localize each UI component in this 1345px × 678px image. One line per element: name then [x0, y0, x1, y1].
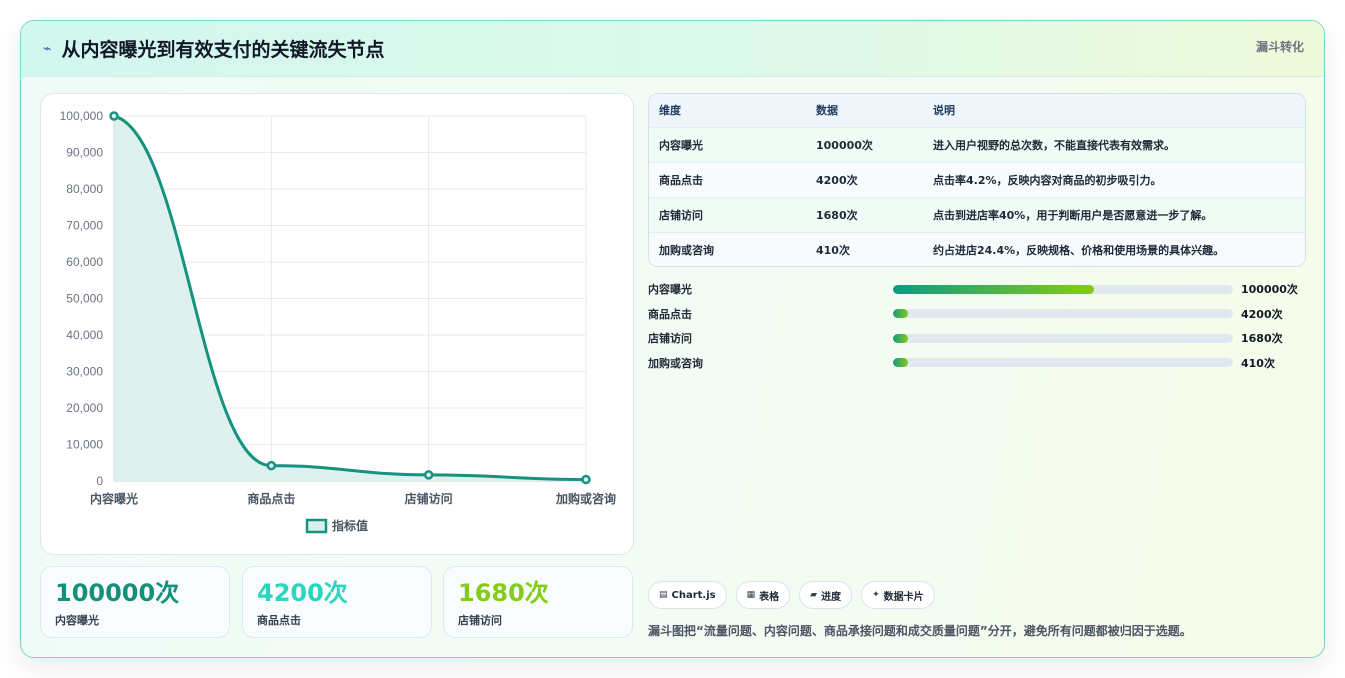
- stat-card-visits: 1680次 店铺访问: [443, 566, 633, 638]
- progress-value: 100000次: [1241, 283, 1298, 297]
- dashboard-card: ⌁ 从内容曝光到有效支付的关键流失节点 漏斗转化 100,000 90,000 80…: [20, 20, 1325, 658]
- y-tick-label: 100,000: [60, 109, 104, 123]
- y-tick-label: 70,000: [66, 219, 103, 233]
- stat-card-clicks: 4200次 商品点击: [242, 566, 432, 638]
- chip-label: 进度: [821, 591, 842, 603]
- table-row: 内容曝光 100000次 进入用户视野的总次数，不能直接代表有效需求。: [649, 126, 1305, 162]
- progress-fill: [893, 284, 1094, 294]
- y-tick-label: 0: [96, 474, 103, 488]
- progress-label: 商品点击: [648, 307, 692, 321]
- table-header-row: 维度 数据 说明: [649, 94, 1305, 127]
- data-point: [109, 111, 119, 121]
- progress-row: 内容曝光 100000次: [648, 277, 1306, 302]
- table-cell: 进入用户视野的总次数，不能直接代表有效需求。: [923, 126, 1305, 162]
- chip-label: 数据卡片: [883, 591, 924, 603]
- table-header: 维度: [649, 94, 806, 127]
- table-icon: ▦: [746, 590, 756, 600]
- table-cell: 内容曝光: [649, 126, 806, 162]
- stat-value: 100000次: [55, 579, 180, 607]
- progress-fill: [893, 309, 909, 319]
- bolt-icon: ⌁: [43, 40, 52, 57]
- line-chart: 100,000 90,000 80,000 70,000 60,000 50,000 40,…: [60, 109, 616, 534]
- y-tick-label: 30,000: [66, 365, 103, 379]
- legend-label: 指标值: [332, 518, 368, 533]
- x-tick-label: 店铺访问: [405, 491, 453, 506]
- progress-row: 加购或咨询 410次: [648, 351, 1306, 376]
- sparkle-icon: ✦: [872, 590, 880, 600]
- stat-value: 4200次: [257, 579, 348, 607]
- table-cell: 410次: [806, 231, 923, 266]
- stat-label: 内容曝光: [55, 614, 99, 627]
- x-tick-label: 内容曝光: [90, 491, 138, 506]
- table-cell: 约占进店24.4%，反映规格、价格和使用场景的具体兴趣。: [923, 231, 1305, 266]
- data-point: [581, 474, 591, 485]
- table-cell: 加购或咨询: [649, 231, 806, 266]
- x-tick-label: 加购或咨询: [555, 491, 616, 506]
- progress-label: 内容曝光: [648, 283, 692, 297]
- progress-track: [893, 358, 1233, 368]
- progress-value: 1680次: [1241, 332, 1283, 346]
- stat-label: 商品点击: [257, 614, 301, 627]
- table-cell: 1680次: [806, 196, 923, 232]
- legend-swatch: [305, 518, 328, 534]
- page-title: 从内容曝光到有效支付的关键流失节点: [61, 39, 385, 61]
- stat-card-exposure: 100000次 内容曝光: [40, 566, 230, 638]
- stat-value: 1680次: [458, 579, 549, 607]
- progress-track: [893, 284, 1233, 294]
- chip-data-card[interactable]: ✦ 数据卡片: [861, 581, 935, 609]
- progress-value: 4200次: [1241, 307, 1283, 321]
- y-tick-label: 40,000: [66, 328, 103, 342]
- table-header: 说明: [923, 94, 1305, 127]
- table-header: 数据: [806, 94, 923, 127]
- stat-label: 店铺访问: [458, 614, 502, 627]
- chip-progress[interactable]: ▰ 进度: [799, 581, 853, 609]
- table-cell: 点击到进店率40%，用于判断用户是否愿意进一步了解。: [923, 196, 1305, 232]
- table-row: 加购或咨询 410次 约占进店24.4%，反映规格、价格和使用场景的具体兴趣。: [649, 231, 1305, 266]
- progress-fill: [893, 358, 909, 368]
- x-tick-label: 商品点击: [247, 491, 295, 506]
- progress-track: [893, 309, 1233, 319]
- table-cell: 4200次: [806, 161, 923, 197]
- y-tick-label: 90,000: [66, 146, 103, 160]
- header: ⌁ 从内容曝光到有效支付的关键流失节点 漏斗转化: [21, 21, 1324, 77]
- data-table: 维度 数据 说明 内容曝光 100000次 进入用户视野的总次数，不能直接代表有…: [648, 93, 1306, 267]
- table-cell: 点击率4.2%，反映内容对商品的初步吸引力。: [923, 161, 1305, 197]
- footnote: 漏斗图把“流量问题、内容问题、商品承接问题和成交质量问题”分开，避免所有问题都被…: [648, 624, 1192, 638]
- table-cell: 店铺访问: [649, 196, 806, 232]
- tech-chips: ▤ Chart.js ▦ 表格 ▰ 进度 ✦ 数据卡片: [648, 581, 935, 609]
- progress-icon: ▰: [810, 590, 818, 600]
- progress-row: 店铺访问 1680次: [648, 326, 1306, 351]
- chip-table[interactable]: ▦ 表格: [735, 581, 791, 609]
- table-cell: 商品点击: [649, 161, 806, 197]
- progress-value: 410次: [1241, 356, 1275, 370]
- chip-label: Chart.js: [671, 589, 716, 601]
- progress-label: 店铺访问: [648, 332, 692, 346]
- data-point: [423, 470, 434, 480]
- chip-label: 表格: [759, 591, 780, 603]
- data-point: [266, 460, 277, 471]
- y-tick-label: 60,000: [66, 255, 103, 269]
- y-tick-label: 80,000: [66, 182, 103, 196]
- progress-row: 商品点击 4200次: [648, 302, 1306, 327]
- progress-label: 加购或咨询: [648, 356, 703, 370]
- chip-chartjs[interactable]: ▤ Chart.js: [648, 581, 727, 609]
- table-row: 店铺访问 1680次 点击到进店率40%，用于判断用户是否愿意进一步了解。: [649, 196, 1305, 232]
- progress-track: [893, 333, 1233, 343]
- line-chart-panel: 100,000 90,000 80,000 70,000 60,000 50,000 40,…: [40, 93, 634, 555]
- y-tick-label: 10,000: [66, 438, 103, 452]
- table-cell: 100000次: [806, 126, 923, 162]
- chart-icon: ▤: [659, 590, 668, 600]
- funnel-tag: 漏斗转化: [1255, 40, 1304, 54]
- progress-fill: [893, 333, 909, 343]
- y-tick-label: 20,000: [66, 401, 103, 415]
- progress-bars: 内容曝光 100000次 商品点击 4200次 店铺访问 1680次 加购或咨询…: [648, 277, 1306, 375]
- table-row: 商品点击 4200次 点击率4.2%，反映内容对商品的初步吸引力。: [649, 161, 1305, 197]
- y-tick-label: 50,000: [66, 292, 103, 306]
